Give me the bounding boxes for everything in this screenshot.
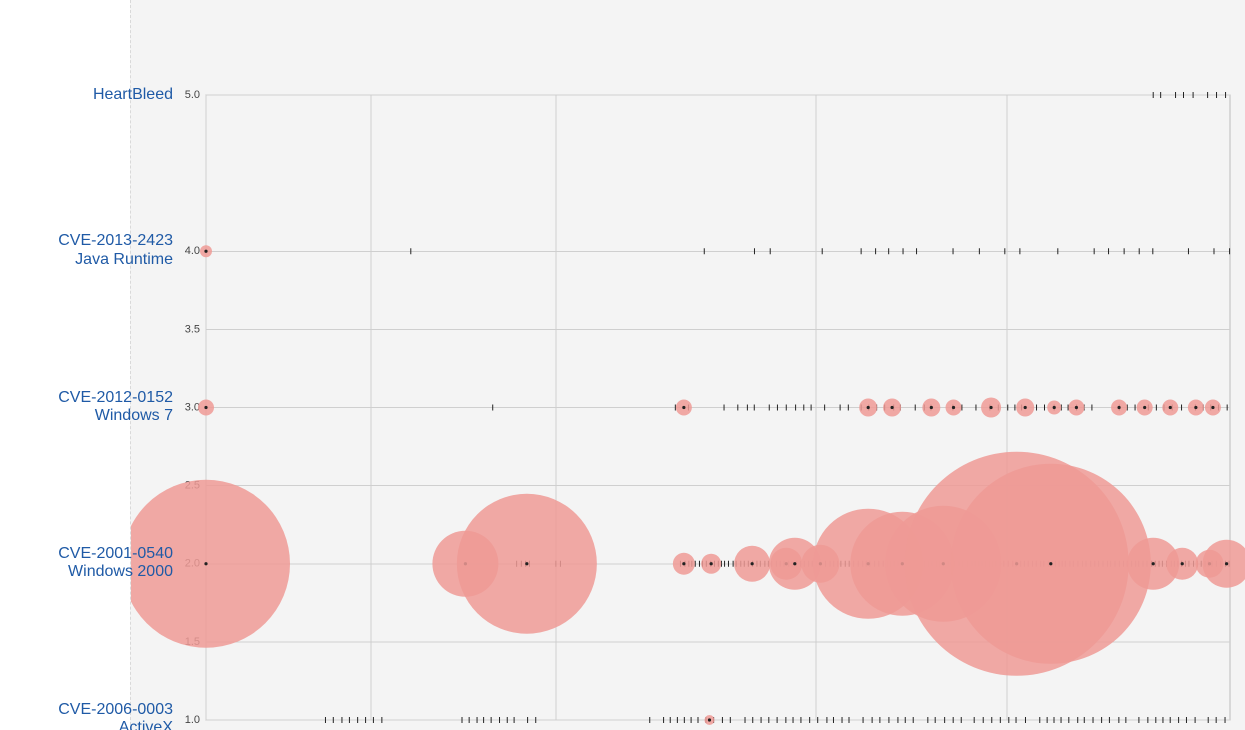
bubble-center	[952, 406, 955, 409]
bubble-center	[525, 562, 528, 565]
row-label: CVE-2006-0003ActiveX	[0, 701, 173, 730]
row-label-line1: CVE-2001-0540	[0, 545, 173, 563]
row-label-line2: Windows 2000	[0, 563, 173, 581]
row-label: CVE-2013-2423Java Runtime	[0, 232, 173, 269]
bubble-center	[890, 406, 893, 409]
row-label-line2: Windows 7	[0, 407, 173, 425]
y-tick-label: 4.0	[185, 245, 200, 257]
row-label-line1: CVE-2012-0152	[0, 389, 173, 407]
bubble-center	[204, 406, 207, 409]
bubble-center	[989, 406, 992, 409]
row-label-line2: Java Runtime	[0, 251, 173, 269]
bubble-center	[1024, 406, 1027, 409]
bubble-center	[708, 718, 711, 721]
y-tick-label: 1.0	[185, 714, 200, 726]
chart-root: { "chart_data": { "type": "scatter", "ti…	[0, 0, 1245, 730]
bubble-center	[1143, 406, 1146, 409]
row-label: CVE-2012-0152Windows 7	[0, 389, 173, 426]
row-label-line1: CVE-2013-2423	[0, 232, 173, 250]
row-label-line2: ActiveX	[0, 719, 173, 730]
y-tick-label: 3.5	[185, 323, 200, 335]
bubble-center	[1181, 562, 1184, 565]
bubble-center	[204, 250, 207, 253]
bubble-center	[1225, 562, 1228, 565]
plot-panel: 1.01.52.02.53.03.54.05.0	[130, 0, 1245, 730]
bubble-center	[710, 562, 713, 565]
row-label: CVE-2001-0540Windows 2000	[0, 545, 173, 582]
bubble-center	[1194, 406, 1197, 409]
bubble-center	[1169, 406, 1172, 409]
bubble-center	[793, 562, 796, 565]
bubble-center	[751, 562, 754, 565]
row-label-line1: HeartBleed	[0, 86, 173, 104]
bubble-center	[1049, 562, 1052, 565]
bubble-center	[204, 562, 207, 565]
row-label: HeartBleed	[0, 86, 173, 104]
bubble-center	[930, 406, 933, 409]
y-tick-label: 5.0	[185, 89, 200, 101]
row-label-line1: CVE-2006-0003	[0, 701, 173, 719]
bubble-center	[1117, 406, 1120, 409]
bubble-center	[1211, 406, 1214, 409]
bubble-center	[682, 406, 685, 409]
bubble[interactable]	[1203, 540, 1245, 588]
bubble-center	[1053, 406, 1056, 409]
bubble-center	[682, 562, 685, 565]
bubble-chart[interactable]: 1.01.52.02.53.03.54.05.0	[131, 0, 1245, 730]
bubble-center	[1075, 406, 1078, 409]
bubble-center	[867, 406, 870, 409]
bubble-center	[1152, 562, 1155, 565]
y-tick-label: 3.0	[185, 401, 200, 413]
